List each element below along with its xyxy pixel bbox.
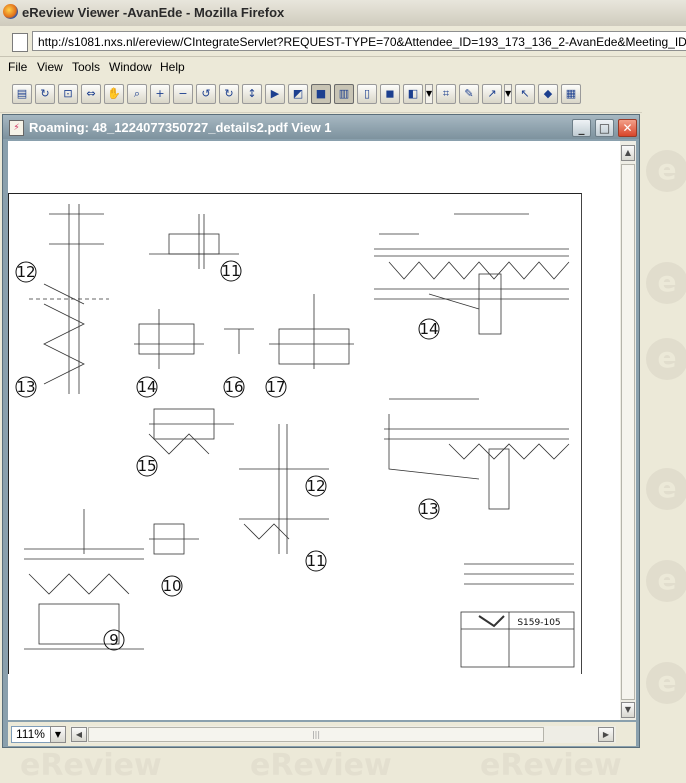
detail-label: 14 <box>419 320 438 338</box>
scroll-up-icon[interactable]: ▲ <box>621 145 635 161</box>
vertical-scroll-thumb[interactable] <box>621 164 635 700</box>
compare-icon[interactable]: ◧ <box>403 84 423 104</box>
rotate-left-icon[interactable]: ↺ <box>196 84 216 104</box>
watermark-logo: e <box>646 150 686 192</box>
thumbnail-icon[interactable]: ▥ <box>334 84 354 104</box>
zoom-in-icon[interactable]: + <box>150 84 170 104</box>
scroll-left-icon[interactable]: ◀ <box>71 727 87 742</box>
hand-pan-icon[interactable]: ✋ <box>104 84 124 104</box>
arrow-markup-icon[interactable]: ↗ <box>482 84 502 104</box>
contrast-icon[interactable]: ◩ <box>288 84 308 104</box>
detail-label: 9 <box>109 631 119 649</box>
refresh-icon[interactable]: ↻ <box>35 84 55 104</box>
detail-label: 16 <box>224 378 243 396</box>
maximize-button[interactable]: □ <box>595 119 614 137</box>
url-field[interactable]: http://s1081.nxs.nl/ereview/CIntegrateSe… <box>32 31 686 51</box>
layers-icon[interactable]: ◼ <box>380 84 400 104</box>
minimize-button[interactable]: _ <box>572 119 591 137</box>
zoom-out-icon[interactable]: − <box>173 84 193 104</box>
detail-label: 13 <box>419 500 438 518</box>
single-page-icon[interactable]: ▯ <box>357 84 377 104</box>
zoom-level-field[interactable]: 111% <box>11 726 51 743</box>
menu-window[interactable]: Window <box>109 60 152 74</box>
detail-label: 15 <box>137 457 156 475</box>
zoom-dropdown-icon[interactable]: ▼ <box>50 726 66 743</box>
watermark-logo: e <box>646 338 686 380</box>
watermark-logo: e <box>646 662 686 704</box>
detail-label: 13 <box>16 378 35 396</box>
next-icon[interactable]: ▶ <box>265 84 285 104</box>
rotate-right-icon[interactable]: ↻ <box>219 84 239 104</box>
fit-width-icon[interactable]: ⇔ <box>81 84 101 104</box>
measure-icon[interactable]: ⌗ <box>436 84 456 104</box>
detail-label: 12 <box>16 263 35 281</box>
watermark-logo: e <box>646 468 686 510</box>
window-title: eReview Viewer -AvanEde - Mozilla Firefo… <box>22 5 285 20</box>
detail-drawing: 12 11 13 14 16 17 14 15 12 13 11 10 9 S1… <box>15 204 575 668</box>
pdf-icon: ⚡ <box>9 120 24 136</box>
menu-view[interactable]: View <box>37 60 63 74</box>
menu-file[interactable]: File <box>8 60 27 74</box>
firefox-icon <box>3 4 18 19</box>
markup-icon[interactable]: ✎ <box>459 84 479 104</box>
save-icon[interactable]: ▤ <box>12 84 32 104</box>
horizontal-scroll-thumb[interactable]: ||| <box>88 727 544 742</box>
close-button[interactable]: ✕ <box>618 119 637 137</box>
markup-dropdown-icon[interactable]: ▼ <box>504 84 512 104</box>
text-search-icon[interactable]: ⌕ <box>127 84 147 104</box>
scroll-right-icon[interactable]: ▶ <box>598 727 614 742</box>
detail-label: 17 <box>266 378 285 396</box>
flip-vertical-icon[interactable]: ↕ <box>242 84 262 104</box>
detail-label: 12 <box>306 477 325 495</box>
watermark-logo: e <box>646 560 686 602</box>
stamp-icon[interactable]: ◆ <box>538 84 558 104</box>
detail-label: 11 <box>306 552 325 570</box>
menu-tools[interactable]: Tools <box>72 60 100 74</box>
scroll-down-icon[interactable]: ▼ <box>621 702 635 718</box>
title-block-code: S159-105 <box>517 618 560 628</box>
compare-dropdown-icon[interactable]: ▼ <box>425 84 433 104</box>
gray-fill-icon[interactable]: ■ <box>311 84 331 104</box>
menu-bar <box>0 57 686 77</box>
page-icon <box>12 33 28 52</box>
detail-label: 10 <box>162 577 181 595</box>
detail-label: 14 <box>137 378 156 396</box>
menu-help[interactable]: Help <box>160 60 185 74</box>
select-arrow-icon[interactable]: ↖ <box>515 84 535 104</box>
watermark-logo: e <box>646 262 686 304</box>
book-icon[interactable]: ▦ <box>561 84 581 104</box>
fit-page-icon[interactable]: ⊡ <box>58 84 78 104</box>
drawing-sheet: 12 11 13 14 16 17 14 15 12 13 11 10 9 S1… <box>8 193 582 674</box>
detail-label: 11 <box>221 262 240 280</box>
document-title: Roaming: 48_1224077350727_details2.pdf V… <box>29 120 332 135</box>
